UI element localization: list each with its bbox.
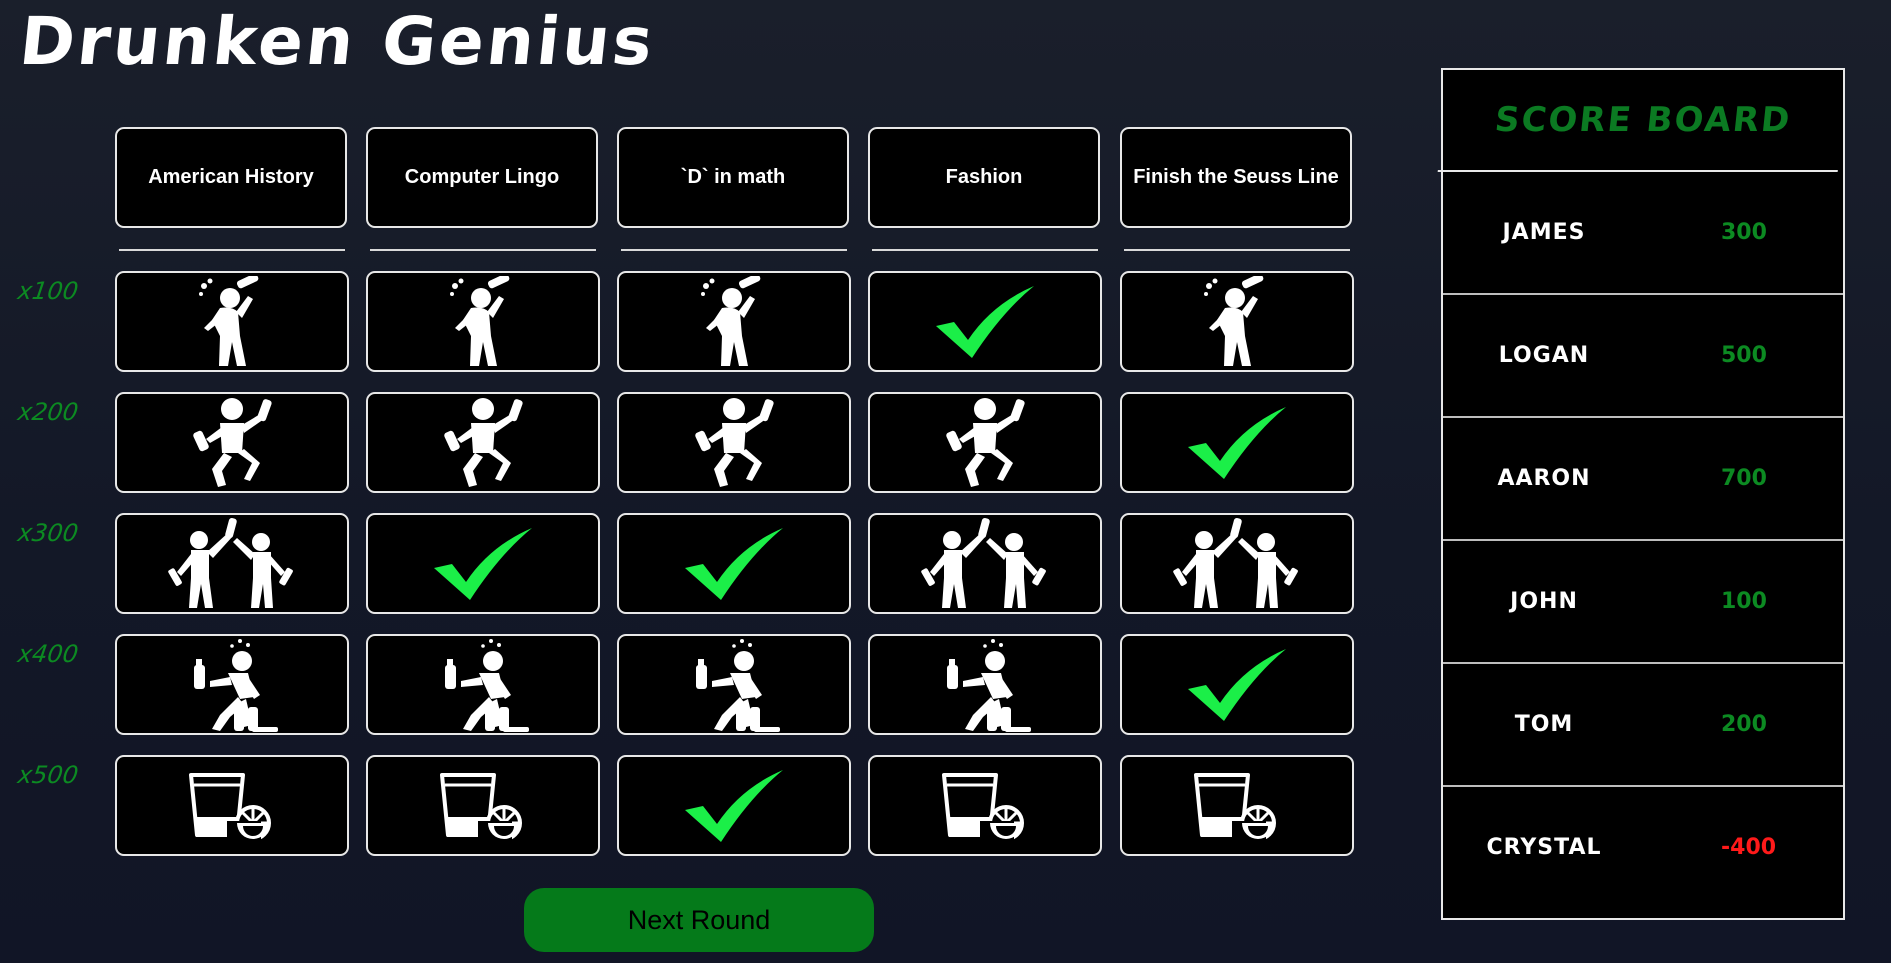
answered-tile[interactable] [1120, 392, 1354, 493]
player-score: -400 [1721, 835, 1777, 860]
question-tile[interactable] [617, 271, 851, 372]
point-label: x500 [16, 761, 80, 789]
question-tile[interactable] [1120, 271, 1354, 372]
green-checkmark-icon [679, 766, 789, 846]
question-tile[interactable] [366, 755, 600, 856]
scoreboard-row: John 100 [1443, 541, 1843, 664]
question-tile[interactable] [115, 755, 349, 856]
scoreboard-row: Aaron 700 [1443, 418, 1843, 541]
player-name: James [1502, 220, 1586, 245]
green-checkmark-icon [930, 282, 1040, 362]
falling-drunk-person-icon [433, 637, 533, 733]
dancing-person-icon [684, 395, 784, 491]
next-round-button[interactable]: Next Round [524, 888, 874, 952]
question-tile[interactable] [868, 634, 1102, 735]
green-checkmark-icon [428, 524, 538, 604]
dancing-person-icon [935, 395, 1035, 491]
scoreboard-row: Crystal -400 [1443, 787, 1843, 908]
drinking-person-icon [443, 275, 523, 368]
scoreboard: Score Board James 300 Logan 500 Aaron 700 John… [1437, 68, 1849, 920]
answered-tile[interactable] [366, 513, 600, 614]
drinking-person-icon [192, 275, 272, 368]
player-score: 300 [1721, 220, 1767, 245]
question-tile[interactable] [1120, 513, 1354, 614]
answered-tile[interactable] [617, 755, 851, 856]
question-tile[interactable] [366, 634, 600, 735]
scoreboard-rows: James 300 Logan 500 Aaron 700 John 100 Tom 200 Cry… [1443, 172, 1843, 908]
player-score: 700 [1721, 466, 1767, 491]
scoreboard-row: Logan 500 [1443, 295, 1843, 418]
question-tile[interactable] [115, 271, 349, 372]
category-header: Computer Lingo [366, 127, 598, 228]
point-label: x400 [16, 640, 80, 668]
scoreboard-title: Score Board [1437, 70, 1849, 172]
falling-drunk-person-icon [935, 637, 1035, 733]
question-tile[interactable] [617, 392, 851, 493]
drinking-person-icon [694, 275, 774, 368]
shot-glass-lime-icon [1192, 771, 1282, 841]
question-tile[interactable] [868, 513, 1102, 614]
question-tile[interactable] [115, 392, 349, 493]
player-name: Tom [1514, 712, 1574, 737]
scoreboard-row: James 300 [1443, 172, 1843, 295]
point-label: x200 [16, 398, 80, 426]
green-checkmark-icon [1182, 403, 1292, 483]
two-people-cheers-icon [1172, 516, 1302, 612]
player-name: Aaron [1497, 466, 1591, 491]
category-header: American History [115, 127, 347, 228]
category-header: Fashion [868, 127, 1100, 228]
shot-glass-lime-icon [187, 771, 277, 841]
player-score: 200 [1721, 712, 1767, 737]
question-tile[interactable] [868, 755, 1102, 856]
question-tile[interactable] [1120, 755, 1354, 856]
game-title: Drunken Genius [16, 3, 660, 80]
answered-tile[interactable] [1120, 634, 1354, 735]
player-score: 500 [1721, 343, 1767, 368]
scoreboard-row: Tom 200 [1443, 664, 1843, 787]
category-divider [370, 249, 596, 251]
drinking-person-icon [1197, 275, 1277, 368]
question-tile[interactable] [868, 392, 1102, 493]
player-name: John [1510, 589, 1578, 614]
falling-drunk-person-icon [182, 637, 282, 733]
dancing-person-icon [182, 395, 282, 491]
falling-drunk-person-icon [684, 637, 784, 733]
player-name: Logan [1498, 343, 1590, 368]
category-divider [872, 249, 1098, 251]
question-tile[interactable] [617, 634, 851, 735]
question-tile[interactable] [115, 513, 349, 614]
point-label: x100 [16, 277, 80, 305]
player-score: 100 [1721, 589, 1767, 614]
answered-tile[interactable] [617, 513, 851, 614]
dancing-person-icon [433, 395, 533, 491]
answered-tile[interactable] [868, 271, 1102, 372]
two-people-cheers-icon [167, 516, 297, 612]
green-checkmark-icon [1182, 645, 1292, 725]
two-people-cheers-icon [920, 516, 1050, 612]
category-header: Finish the Seuss Line [1120, 127, 1352, 228]
category-divider [1124, 249, 1350, 251]
category-header: `D` in math [617, 127, 849, 228]
player-name: Crystal [1486, 835, 1602, 860]
point-label: x300 [16, 519, 80, 547]
shot-glass-lime-icon [438, 771, 528, 841]
shot-glass-lime-icon [940, 771, 1030, 841]
category-divider [621, 249, 847, 251]
question-tile[interactable] [115, 634, 349, 735]
question-tile[interactable] [366, 271, 600, 372]
question-tile[interactable] [366, 392, 600, 493]
green-checkmark-icon [679, 524, 789, 604]
category-divider [119, 249, 345, 251]
